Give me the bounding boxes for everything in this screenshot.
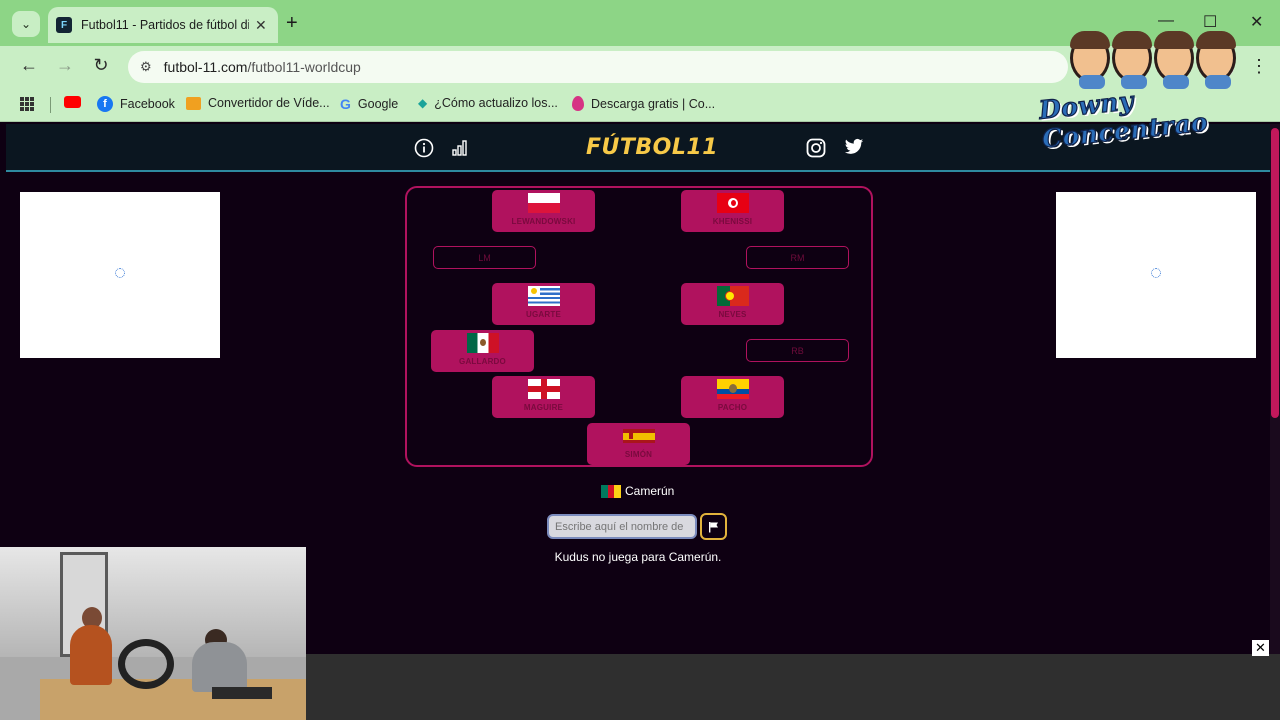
- url-path: /futbol11-worldcup: [247, 59, 361, 75]
- ecuador-flag-icon: [716, 379, 749, 399]
- player-card[interactable]: NEVES: [681, 283, 784, 325]
- player-name: GALLARDO: [459, 357, 506, 366]
- player-name: MAGUIRE: [523, 403, 564, 412]
- player-card[interactable]: LEWANDOWSKI: [492, 190, 595, 232]
- player-name: SIMÓN: [624, 450, 653, 459]
- back-button[interactable]: ←: [17, 55, 41, 76]
- empty-slot-rb[interactable]: RB: [746, 339, 849, 362]
- google-icon: G: [340, 96, 351, 112]
- address-bar[interactable]: ⚙ futbol-11.com/futbol11-worldcup: [128, 51, 1068, 83]
- bookmark-label: Convertidor de Víde...: [208, 96, 330, 110]
- apps-grid-icon[interactable]: [20, 97, 34, 111]
- new-tab-button[interactable]: +: [286, 12, 298, 35]
- player-name: PACHO: [717, 403, 748, 412]
- site-info-icon[interactable]: ⚙: [140, 59, 152, 75]
- player-search-input[interactable]: [547, 514, 697, 539]
- close-ad-icon[interactable]: ✕: [1252, 640, 1269, 656]
- youtube-icon: [64, 96, 81, 108]
- player-card[interactable]: KHENISSI: [681, 190, 784, 232]
- mexico-flag-icon: [466, 333, 499, 353]
- loading-spinner-icon: [115, 268, 125, 278]
- left-ad-box: [20, 192, 220, 358]
- browser-tab[interactable]: F Futbol11 - Partidos de fútbol di ✕: [48, 7, 278, 43]
- chevron-down-icon: ⌄: [20, 17, 32, 31]
- info-icon[interactable]: [414, 138, 434, 163]
- tab-title: Futbol11 - Partidos de fútbol di: [81, 18, 249, 32]
- player-card[interactable]: MAGUIRE: [492, 376, 595, 418]
- url-text: futbol-11.com/futbol11-worldcup: [164, 59, 361, 75]
- facebook-icon: f: [97, 96, 113, 112]
- instagram-icon[interactable]: [806, 138, 826, 163]
- flag-button[interactable]: [700, 513, 727, 540]
- tab-search-button[interactable]: ⌄: [12, 11, 40, 37]
- stats-icon[interactable]: [452, 138, 470, 161]
- current-country: Camerún: [601, 484, 674, 498]
- player-name: UGARTE: [526, 310, 561, 319]
- player-card[interactable]: UGARTE: [492, 283, 595, 325]
- bookmark-facebook[interactable]: f Facebook: [97, 96, 175, 112]
- maximize-button[interactable]: ☐: [1203, 12, 1217, 32]
- drop-icon: [572, 96, 584, 111]
- right-ad-box: [1056, 192, 1256, 358]
- forward-button[interactable]: →: [53, 55, 77, 76]
- bookmark-label: Google: [357, 97, 399, 111]
- url-host: futbol-11.com: [163, 59, 248, 75]
- empty-slot-lm[interactable]: LM: [433, 246, 536, 269]
- player-card[interactable]: SIMÓN: [587, 423, 690, 465]
- webcam-overlay: [0, 547, 306, 720]
- player-card[interactable]: PACHO: [681, 376, 784, 418]
- england-flag-icon: [527, 379, 560, 399]
- bookmark-descarga[interactable]: Descarga gratis | Co...: [572, 96, 715, 111]
- diamond-icon: ◆: [418, 96, 428, 110]
- tunisia-flag-icon: [716, 193, 749, 213]
- portugal-flag-icon: [716, 286, 749, 306]
- poland-flag-icon: [527, 193, 560, 213]
- bookmark-label: ¿Cómo actualizo los...: [434, 96, 558, 110]
- bookmark-label: Descarga gratis | Co...: [591, 96, 716, 111]
- minimize-button[interactable]: —: [1158, 12, 1174, 30]
- window-close-button[interactable]: ✕: [1250, 12, 1263, 32]
- bookmark-google[interactable]: G Google: [340, 96, 398, 112]
- player-name: NEVES: [718, 310, 747, 319]
- player-name: LEWANDOWSKI: [511, 217, 576, 226]
- spain-flag-icon: [622, 429, 655, 443]
- futbol11-logo[interactable]: FÚTBOL11: [586, 135, 718, 160]
- reload-button[interactable]: ↻: [89, 55, 113, 76]
- player-name: KHENISSI: [712, 217, 753, 226]
- uruguay-flag-icon: [527, 286, 560, 306]
- bookmarks-divider: [50, 97, 51, 113]
- twitter-icon[interactable]: [844, 138, 864, 161]
- page-scrollbar[interactable]: [1270, 124, 1280, 654]
- loading-spinner-icon: [1151, 268, 1161, 278]
- country-name: Camerún: [625, 484, 675, 498]
- tab-close-icon[interactable]: ✕: [255, 17, 267, 34]
- player-card[interactable]: GALLARDO: [431, 330, 534, 372]
- bookmark-label: Facebook: [120, 97, 175, 111]
- bookmark-actualizo[interactable]: ◆ ¿Cómo actualizo los...: [418, 96, 558, 110]
- bookmark-youtube[interactable]: [64, 96, 88, 108]
- empty-slot-rm[interactable]: RM: [746, 246, 849, 269]
- futbol11-favicon-icon: F: [56, 17, 72, 33]
- flag-icon: [708, 521, 718, 532]
- formation-field: LEWANDOWSKI KHENISSI LM RM UGARTE NEVES …: [405, 186, 873, 467]
- scrollbar-thumb[interactable]: [1271, 128, 1279, 418]
- bookmark-convertidor[interactable]: Convertidor de Víde...: [186, 96, 330, 110]
- convert-icon: [186, 96, 201, 110]
- channel-logo-overlay: Downy Concentrao: [1037, 31, 1266, 154]
- cameroon-flag-icon: [601, 484, 622, 498]
